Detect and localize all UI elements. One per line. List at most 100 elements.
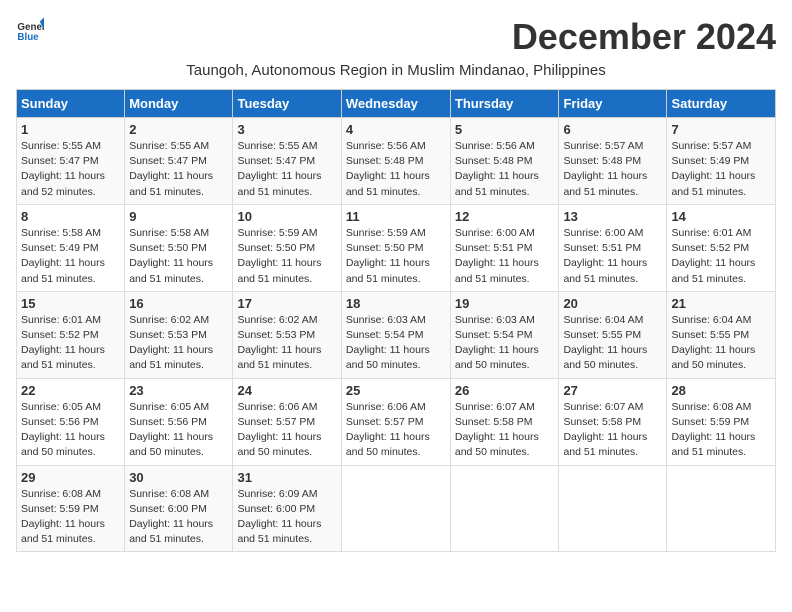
calendar-cell: 5 Sunrise: 5:56 AMSunset: 5:48 PMDayligh…	[450, 118, 559, 205]
calendar-cell: 28 Sunrise: 6:08 AMSunset: 5:59 PMDaylig…	[667, 378, 776, 465]
calendar-cell	[450, 465, 559, 552]
day-info: Sunrise: 6:01 AMSunset: 5:52 PMDaylight:…	[671, 227, 755, 285]
calendar-week-row: 1 Sunrise: 5:55 AMSunset: 5:47 PMDayligh…	[17, 118, 776, 205]
header-wednesday: Wednesday	[341, 90, 450, 118]
day-info: Sunrise: 6:00 AMSunset: 5:51 PMDaylight:…	[455, 227, 539, 285]
calendar-header-row: SundayMondayTuesdayWednesdayThursdayFrid…	[17, 90, 776, 118]
calendar-cell: 18 Sunrise: 6:03 AMSunset: 5:54 PMDaylig…	[341, 291, 450, 378]
calendar-cell: 21 Sunrise: 6:04 AMSunset: 5:55 PMDaylig…	[667, 291, 776, 378]
header-saturday: Saturday	[667, 90, 776, 118]
day-info: Sunrise: 5:57 AMSunset: 5:49 PMDaylight:…	[671, 140, 755, 198]
day-info: Sunrise: 5:59 AMSunset: 5:50 PMDaylight:…	[237, 227, 321, 285]
day-info: Sunrise: 6:06 AMSunset: 5:57 PMDaylight:…	[237, 401, 321, 459]
calendar-cell: 30 Sunrise: 6:08 AMSunset: 6:00 PMDaylig…	[125, 465, 233, 552]
calendar-cell: 12 Sunrise: 6:00 AMSunset: 5:51 PMDaylig…	[450, 204, 559, 291]
day-number: 14	[671, 209, 771, 224]
day-number: 13	[563, 209, 662, 224]
day-info: Sunrise: 5:57 AMSunset: 5:48 PMDaylight:…	[563, 140, 647, 198]
calendar-cell: 20 Sunrise: 6:04 AMSunset: 5:55 PMDaylig…	[559, 291, 667, 378]
calendar-cell: 14 Sunrise: 6:01 AMSunset: 5:52 PMDaylig…	[667, 204, 776, 291]
day-number: 18	[346, 296, 446, 311]
calendar-cell	[559, 465, 667, 552]
day-number: 8	[21, 209, 120, 224]
calendar-cell: 26 Sunrise: 6:07 AMSunset: 5:58 PMDaylig…	[450, 378, 559, 465]
day-info: Sunrise: 6:03 AMSunset: 5:54 PMDaylight:…	[346, 314, 430, 372]
day-info: Sunrise: 6:08 AMSunset: 6:00 PMDaylight:…	[129, 488, 213, 546]
day-number: 10	[237, 209, 336, 224]
day-number: 15	[21, 296, 120, 311]
day-number: 31	[237, 470, 336, 485]
day-info: Sunrise: 5:55 AMSunset: 5:47 PMDaylight:…	[129, 140, 213, 198]
calendar-cell: 27 Sunrise: 6:07 AMSunset: 5:58 PMDaylig…	[559, 378, 667, 465]
calendar-cell: 1 Sunrise: 5:55 AMSunset: 5:47 PMDayligh…	[17, 118, 125, 205]
day-number: 1	[21, 122, 120, 137]
header-thursday: Thursday	[450, 90, 559, 118]
day-info: Sunrise: 5:56 AMSunset: 5:48 PMDaylight:…	[455, 140, 539, 198]
calendar-cell: 13 Sunrise: 6:00 AMSunset: 5:51 PMDaylig…	[559, 204, 667, 291]
day-number: 12	[455, 209, 555, 224]
calendar-cell	[341, 465, 450, 552]
day-number: 4	[346, 122, 446, 137]
calendar-cell: 10 Sunrise: 5:59 AMSunset: 5:50 PMDaylig…	[233, 204, 341, 291]
day-info: Sunrise: 6:07 AMSunset: 5:58 PMDaylight:…	[563, 401, 647, 459]
calendar-cell: 23 Sunrise: 6:05 AMSunset: 5:56 PMDaylig…	[125, 378, 233, 465]
day-number: 7	[671, 122, 771, 137]
calendar-cell: 31 Sunrise: 6:09 AMSunset: 6:00 PMDaylig…	[233, 465, 341, 552]
page-header: General Blue December 2024	[16, 16, 776, 58]
calendar-cell: 11 Sunrise: 5:59 AMSunset: 5:50 PMDaylig…	[341, 204, 450, 291]
day-number: 11	[346, 209, 446, 224]
day-number: 6	[563, 122, 662, 137]
day-info: Sunrise: 5:55 AMSunset: 5:47 PMDaylight:…	[237, 140, 321, 198]
calendar-cell: 6 Sunrise: 5:57 AMSunset: 5:48 PMDayligh…	[559, 118, 667, 205]
day-info: Sunrise: 6:09 AMSunset: 6:00 PMDaylight:…	[237, 488, 321, 546]
day-info: Sunrise: 6:02 AMSunset: 5:53 PMDaylight:…	[129, 314, 213, 372]
day-number: 22	[21, 383, 120, 398]
day-number: 5	[455, 122, 555, 137]
calendar-cell: 15 Sunrise: 6:01 AMSunset: 5:52 PMDaylig…	[17, 291, 125, 378]
day-info: Sunrise: 6:08 AMSunset: 5:59 PMDaylight:…	[21, 488, 105, 546]
header-sunday: Sunday	[17, 90, 125, 118]
calendar-cell: 9 Sunrise: 5:58 AMSunset: 5:50 PMDayligh…	[125, 204, 233, 291]
day-info: Sunrise: 6:02 AMSunset: 5:53 PMDaylight:…	[237, 314, 321, 372]
day-info: Sunrise: 5:55 AMSunset: 5:47 PMDaylight:…	[21, 140, 105, 198]
header-friday: Friday	[559, 90, 667, 118]
header-monday: Monday	[125, 90, 233, 118]
day-info: Sunrise: 6:04 AMSunset: 5:55 PMDaylight:…	[671, 314, 755, 372]
day-number: 3	[237, 122, 336, 137]
calendar-cell: 17 Sunrise: 6:02 AMSunset: 5:53 PMDaylig…	[233, 291, 341, 378]
day-number: 23	[129, 383, 228, 398]
day-info: Sunrise: 6:00 AMSunset: 5:51 PMDaylight:…	[563, 227, 647, 285]
month-title: December 2024	[512, 16, 776, 58]
day-number: 19	[455, 296, 555, 311]
day-info: Sunrise: 5:58 AMSunset: 5:49 PMDaylight:…	[21, 227, 105, 285]
day-info: Sunrise: 5:59 AMSunset: 5:50 PMDaylight:…	[346, 227, 430, 285]
day-number: 30	[129, 470, 228, 485]
day-number: 16	[129, 296, 228, 311]
day-info: Sunrise: 6:08 AMSunset: 5:59 PMDaylight:…	[671, 401, 755, 459]
calendar-week-row: 29 Sunrise: 6:08 AMSunset: 5:59 PMDaylig…	[17, 465, 776, 552]
day-info: Sunrise: 5:56 AMSunset: 5:48 PMDaylight:…	[346, 140, 430, 198]
day-number: 26	[455, 383, 555, 398]
calendar-cell: 7 Sunrise: 5:57 AMSunset: 5:49 PMDayligh…	[667, 118, 776, 205]
svg-text:Blue: Blue	[17, 32, 39, 43]
calendar-cell: 22 Sunrise: 6:05 AMSunset: 5:56 PMDaylig…	[17, 378, 125, 465]
calendar-week-row: 22 Sunrise: 6:05 AMSunset: 5:56 PMDaylig…	[17, 378, 776, 465]
day-number: 28	[671, 383, 771, 398]
calendar-cell: 29 Sunrise: 6:08 AMSunset: 5:59 PMDaylig…	[17, 465, 125, 552]
calendar-cell: 8 Sunrise: 5:58 AMSunset: 5:49 PMDayligh…	[17, 204, 125, 291]
day-info: Sunrise: 6:05 AMSunset: 5:56 PMDaylight:…	[129, 401, 213, 459]
calendar-subtitle: Taungoh, Autonomous Region in Muslim Min…	[16, 62, 776, 79]
calendar-cell: 3 Sunrise: 5:55 AMSunset: 5:47 PMDayligh…	[233, 118, 341, 205]
day-number: 27	[563, 383, 662, 398]
day-number: 17	[237, 296, 336, 311]
calendar-cell: 24 Sunrise: 6:06 AMSunset: 5:57 PMDaylig…	[233, 378, 341, 465]
day-info: Sunrise: 6:04 AMSunset: 5:55 PMDaylight:…	[563, 314, 647, 372]
day-number: 24	[237, 383, 336, 398]
day-info: Sunrise: 6:06 AMSunset: 5:57 PMDaylight:…	[346, 401, 430, 459]
calendar-week-row: 15 Sunrise: 6:01 AMSunset: 5:52 PMDaylig…	[17, 291, 776, 378]
day-number: 21	[671, 296, 771, 311]
calendar-week-row: 8 Sunrise: 5:58 AMSunset: 5:49 PMDayligh…	[17, 204, 776, 291]
day-number: 9	[129, 209, 228, 224]
calendar-cell: 19 Sunrise: 6:03 AMSunset: 5:54 PMDaylig…	[450, 291, 559, 378]
day-info: Sunrise: 5:58 AMSunset: 5:50 PMDaylight:…	[129, 227, 213, 285]
